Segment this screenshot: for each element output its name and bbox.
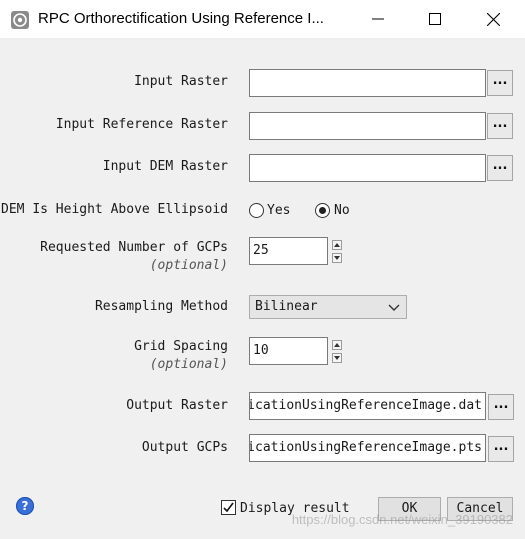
grid-spacing-decrement-button[interactable] [332,353,342,363]
minimize-icon [372,18,384,20]
resampling-method-label: Resampling Method [94,299,228,314]
dem-height-no-radio[interactable] [315,203,330,218]
grid-spacing-optional-label: (optional) [149,357,228,372]
output-gcps-value: ficationUsingReferenceImage.pts [249,440,482,455]
resampling-method-select[interactable]: Bilinear [249,295,407,319]
display-result-checkbox[interactable] [221,500,236,515]
title-bar: RPC Orthorectification Using Reference I… [0,0,525,38]
spin-up-icon [334,343,340,347]
output-gcps-field[interactable]: ficationUsingReferenceImage.pts [249,434,486,462]
output-gcps-label: Output GCPs [141,440,228,455]
spin-down-icon [334,256,340,260]
gcps-optional-label: (optional) [149,258,228,273]
maximize-icon [429,13,441,25]
chevron-down-icon [388,304,400,311]
input-reference-raster-label: Input Reference Raster [55,117,228,132]
input-reference-raster-browse-button[interactable]: ... [487,113,513,139]
checkmark-icon [223,502,234,513]
input-dem-raster-field[interactable] [249,154,486,182]
output-raster-browse-button[interactable]: ... [488,394,514,420]
window-title: RPC Orthorectification Using Reference I… [38,10,324,27]
output-raster-label: Output Raster [126,398,228,413]
grid-spacing-increment-button[interactable] [332,340,342,350]
grid-spacing-input[interactable]: 10 [249,337,328,365]
gcps-input[interactable]: 25 [249,237,328,265]
input-dem-raster-browse-button[interactable]: ... [487,155,513,181]
resampling-method-value: Bilinear [255,299,318,314]
close-button[interactable] [470,0,516,38]
input-raster-label: Input Raster [134,74,228,89]
dem-height-yes-label: Yes [267,203,291,218]
input-reference-raster-field[interactable] [249,112,486,140]
output-raster-value: ficationUsingReferenceImage.dat [249,398,482,413]
minimize-button[interactable] [355,0,401,38]
input-dem-raster-label: Input DEM Raster [102,159,228,174]
gcps-increment-button[interactable] [332,240,342,250]
input-raster-field[interactable] [249,69,486,97]
dem-height-yes-radio[interactable] [249,203,264,218]
watermark: https://blog.csdn.net/weixin_39190382 [291,512,513,527]
maximize-button[interactable] [412,0,458,38]
dem-height-label: DEM Is Height Above Ellipsoid [1,202,228,217]
help-icon[interactable]: ? [16,497,34,515]
input-raster-browse-button[interactable]: ... [487,70,513,96]
output-raster-field[interactable]: ficationUsingReferenceImage.dat [249,392,486,420]
dem-height-no-label: No [334,203,350,218]
close-icon [486,12,500,26]
gcps-label: Requested Number of GCPs [40,240,228,255]
radio-selected-dot [319,207,326,214]
app-icon [11,11,29,29]
grid-spacing-label: Grid Spacing [134,339,228,354]
gcps-decrement-button[interactable] [332,253,342,263]
spin-up-icon [334,243,340,247]
output-gcps-browse-button[interactable]: ... [488,436,514,462]
spin-down-icon [334,356,340,360]
